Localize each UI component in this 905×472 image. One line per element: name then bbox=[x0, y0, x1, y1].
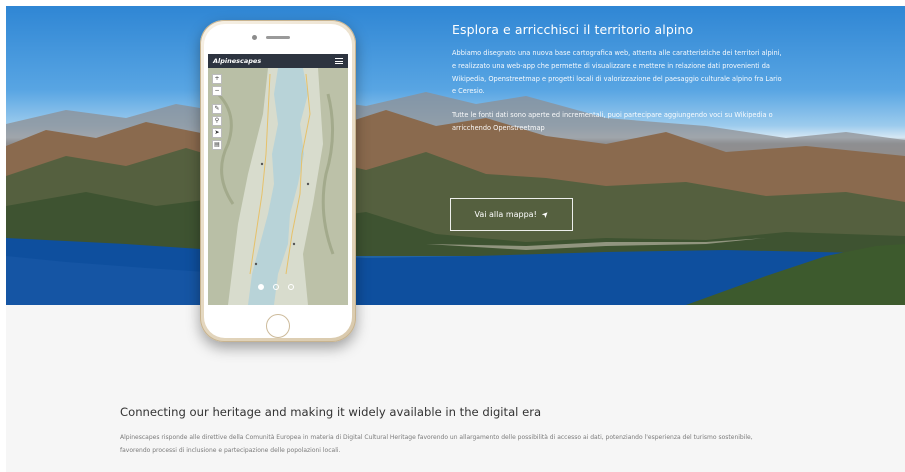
app-header: Alpinescapes bbox=[208, 54, 348, 68]
layers-icon[interactable]: ▤ bbox=[212, 140, 222, 150]
go-to-map-label: Vai alla mappa! bbox=[474, 210, 537, 219]
carousel-dots bbox=[258, 284, 294, 290]
phone-speaker bbox=[266, 36, 290, 39]
carousel-dot-2[interactable] bbox=[273, 284, 279, 290]
heritage-section: Connecting our heritage and making it wi… bbox=[120, 405, 760, 457]
pencil-icon[interactable]: ✎ bbox=[212, 104, 222, 114]
phone-mockup: Alpinescapes + − ✎ ⚲ ➤ ▤ bbox=[200, 20, 356, 342]
app-title: Alpinescapes bbox=[213, 57, 262, 65]
carousel-dot-1[interactable] bbox=[258, 284, 264, 290]
locate-icon[interactable]: ➤ bbox=[212, 128, 222, 138]
paper-plane-icon: ➤ bbox=[539, 208, 551, 221]
hero-title: Esplora e arricchisci il territorio alpi… bbox=[452, 22, 694, 37]
hero-description: Abbiamo disegnato una nuova base cartogr… bbox=[452, 49, 782, 96]
section-title: Connecting our heritage and making it wi… bbox=[120, 405, 542, 419]
hamburger-menu-icon[interactable] bbox=[335, 58, 343, 64]
hero-text-block: Esplora e arricchisci il territorio alpi… bbox=[452, 22, 782, 146]
go-to-map-button[interactable]: Vai alla mappa! ➤ bbox=[450, 198, 573, 231]
map-toolbar: + − ✎ ⚲ ➤ ▤ bbox=[212, 74, 222, 150]
search-icon[interactable]: ⚲ bbox=[212, 116, 222, 126]
phone-home-button bbox=[266, 314, 290, 338]
map-view[interactable] bbox=[208, 54, 348, 305]
section-description: Alpinescapes risponde alle direttive del… bbox=[120, 434, 753, 454]
zoom-out-button[interactable]: − bbox=[212, 86, 222, 96]
hero-sources-note: Tutte le fonti dati sono aperte ed incre… bbox=[452, 111, 773, 132]
carousel-dot-3[interactable] bbox=[288, 284, 294, 290]
phone-screen: Alpinescapes + − ✎ ⚲ ➤ ▤ bbox=[208, 54, 348, 305]
phone-camera bbox=[252, 35, 257, 40]
zoom-in-button[interactable]: + bbox=[212, 74, 222, 84]
